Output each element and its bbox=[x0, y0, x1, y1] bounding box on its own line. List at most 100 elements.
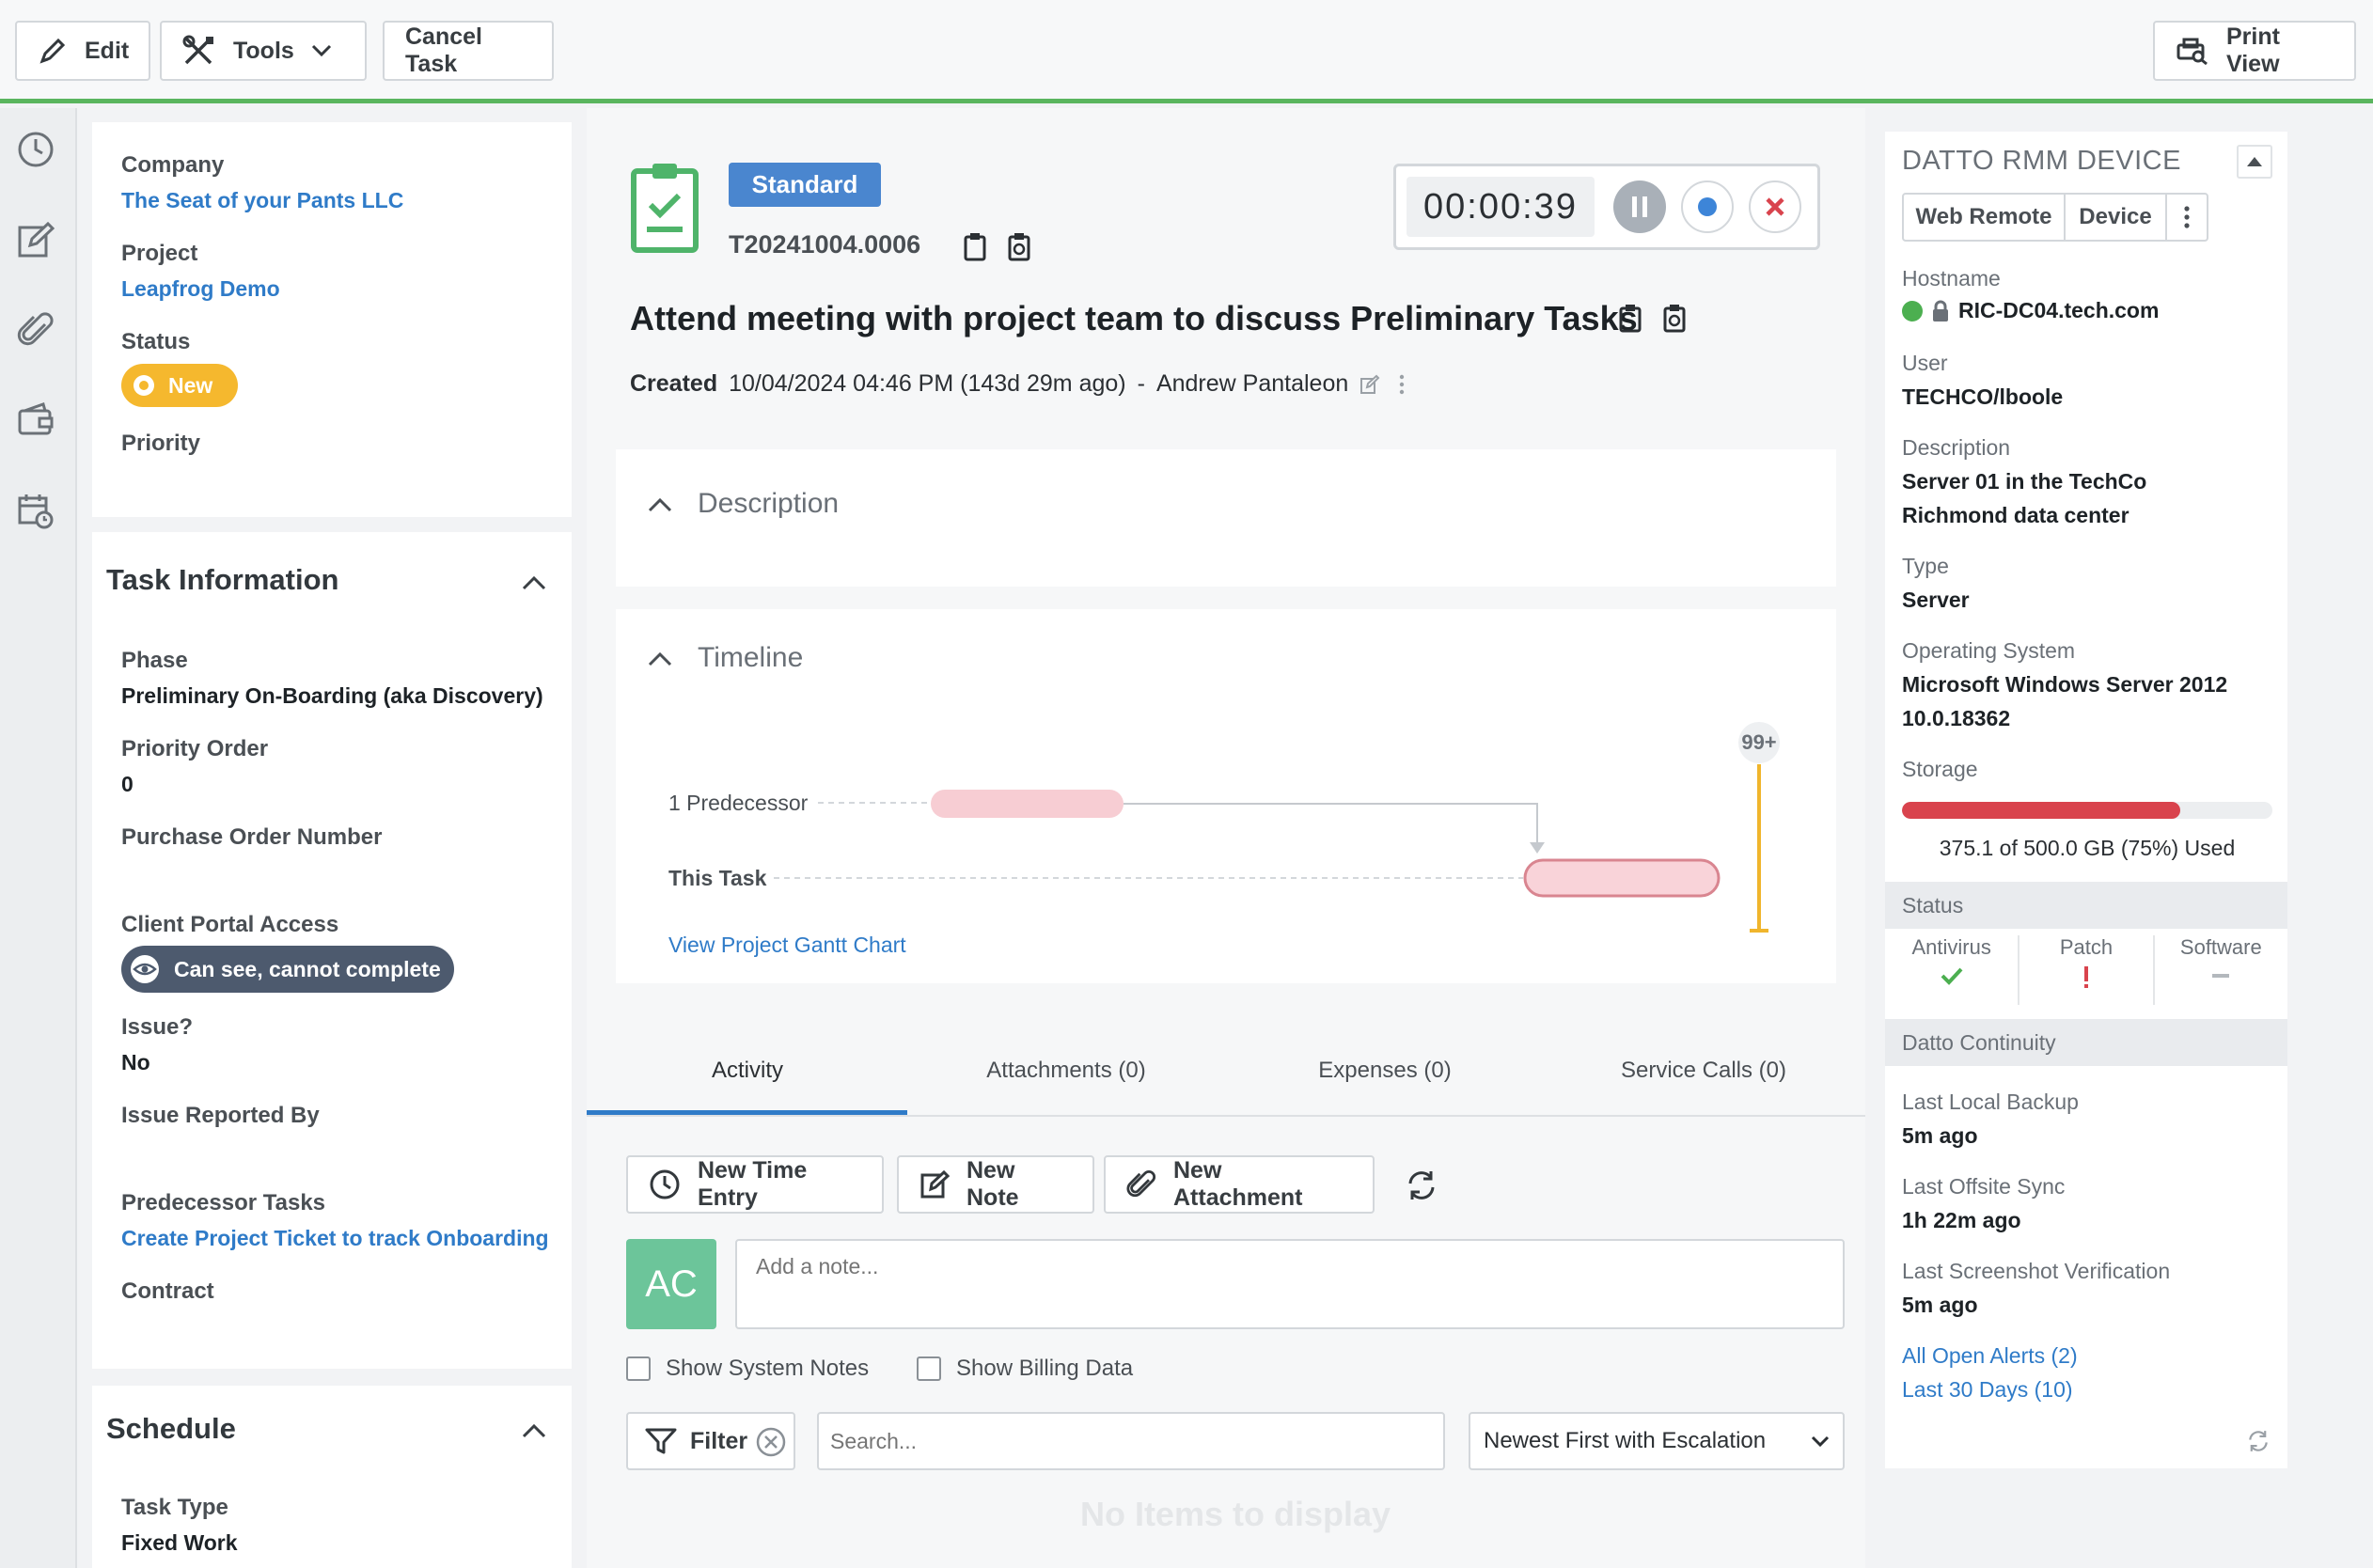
type-value: Server bbox=[1902, 588, 1970, 612]
refresh-icon[interactable] bbox=[1405, 1168, 1438, 1202]
show-system-notes-checkbox[interactable] bbox=[626, 1356, 651, 1381]
new-note-button[interactable]: New Note bbox=[897, 1155, 1094, 1214]
new-note-label: New Note bbox=[966, 1157, 1019, 1211]
hostname-label: Hostname bbox=[1902, 266, 2001, 290]
storage-text: 375.1 of 500.0 GB (75%) Used bbox=[1939, 836, 2236, 860]
last-30-days-link[interactable]: Last 30 Days (10) bbox=[1902, 1377, 2073, 1403]
tools-icon bbox=[182, 35, 216, 67]
calendar-clock-icon[interactable] bbox=[17, 492, 55, 529]
priority-order-label: Priority Order bbox=[121, 736, 269, 761]
filter-icon bbox=[645, 1427, 677, 1455]
this-task-bar bbox=[1523, 858, 1721, 898]
show-billing-data-checkbox[interactable] bbox=[917, 1356, 941, 1381]
all-open-alerts-link[interactable]: All Open Alerts (2) bbox=[1902, 1343, 2078, 1369]
last-screenshot-value: 5m ago bbox=[1902, 1293, 1978, 1317]
predecessor-row-label: 1 Predecessor bbox=[668, 791, 809, 815]
issue-value: No bbox=[121, 1050, 150, 1074]
client-portal-badge[interactable]: Can see, cannot complete bbox=[121, 946, 454, 993]
tabs-divider bbox=[587, 1115, 1865, 1117]
type-label: Type bbox=[1902, 554, 1949, 578]
predecessor-task-link[interactable]: Create Project Ticket to track Onboardin… bbox=[121, 1226, 549, 1251]
more-vertical-icon[interactable] bbox=[1399, 374, 1405, 395]
paperclip-icon[interactable] bbox=[17, 311, 55, 349]
task-information-title: Task Information bbox=[106, 563, 339, 596]
company-link[interactable]: The Seat of your Pants LLC bbox=[121, 188, 403, 213]
new-attachment-button[interactable]: New Attachment bbox=[1104, 1155, 1375, 1214]
tools-dropdown-button[interactable]: Tools bbox=[160, 21, 367, 81]
checkmark-icon bbox=[1940, 965, 1964, 986]
copy-link-icon[interactable] bbox=[1007, 231, 1031, 261]
cancel-task-label: Cancel Task bbox=[405, 24, 482, 77]
note-edit-icon[interactable] bbox=[17, 221, 55, 259]
software-status: Software bbox=[2155, 935, 2287, 1005]
new-time-entry-label: New Time Entry bbox=[698, 1157, 808, 1211]
status-label: Status bbox=[121, 329, 191, 354]
activity-search-input[interactable] bbox=[817, 1412, 1445, 1470]
copy-link-icon[interactable] bbox=[1662, 303, 1687, 333]
clear-filter-icon[interactable] bbox=[755, 1426, 787, 1458]
last-screenshot-label: Last Screenshot Verification bbox=[1902, 1259, 2171, 1283]
more-vertical-icon[interactable] bbox=[2167, 195, 2207, 240]
print-view-label: Print View bbox=[2226, 24, 2280, 77]
status-badge[interactable]: New bbox=[121, 364, 238, 407]
copy-icon[interactable] bbox=[1618, 303, 1642, 333]
gantt-chart-link[interactable]: View Project Gantt Chart bbox=[668, 933, 906, 958]
edit-created-icon[interactable] bbox=[1359, 374, 1380, 395]
tab-attachments[interactable]: Attachments (0) bbox=[907, 1058, 1225, 1084]
close-icon bbox=[1766, 197, 1784, 216]
refresh-icon[interactable] bbox=[2246, 1429, 2271, 1453]
show-system-notes-label: Show System Notes bbox=[666, 1356, 870, 1381]
record-timer-button[interactable] bbox=[1681, 180, 1734, 233]
record-icon bbox=[1698, 197, 1717, 216]
note-edit-icon bbox=[919, 1169, 950, 1200]
project-link[interactable]: Leapfrog Demo bbox=[121, 276, 280, 302]
timeline-count-badge: 99+ bbox=[1741, 730, 1777, 754]
chevron-down-icon bbox=[311, 44, 332, 57]
chevron-up-icon[interactable] bbox=[522, 575, 546, 590]
created-value: 10/04/2024 04:46 PM (143d 29m ago) bbox=[729, 370, 1126, 397]
web-remote-button[interactable]: Web Remote bbox=[1904, 195, 2066, 240]
tab-activity[interactable]: Activity bbox=[589, 1058, 906, 1084]
task-type-value: Fixed Work bbox=[121, 1530, 238, 1555]
task-type-label: Task Type bbox=[121, 1495, 228, 1520]
description-value-line2: Richmond data center bbox=[1902, 503, 2129, 527]
cancel-task-button[interactable]: Cancel Task bbox=[383, 21, 554, 81]
device-button[interactable]: Device bbox=[2066, 195, 2167, 240]
clock-icon[interactable] bbox=[17, 131, 55, 168]
wallet-icon[interactable] bbox=[17, 401, 55, 439]
this-task-row-label: This Task bbox=[668, 866, 767, 890]
show-billing-data-option[interactable]: Show Billing Data bbox=[917, 1356, 1133, 1382]
note-input[interactable] bbox=[735, 1239, 1845, 1329]
os-value-line2: 10.0.18362 bbox=[1902, 706, 2011, 730]
chevron-up-icon[interactable] bbox=[647, 496, 673, 513]
show-system-notes-option[interactable]: Show System Notes bbox=[626, 1356, 869, 1382]
active-tab-indicator bbox=[587, 1110, 907, 1115]
rmm-actions-group: Web Remote Device bbox=[1902, 193, 2208, 242]
left-icon-rail bbox=[0, 108, 77, 1568]
print-preview-icon bbox=[2176, 37, 2209, 65]
contract-label: Contract bbox=[121, 1278, 214, 1304]
edit-button[interactable]: Edit bbox=[15, 21, 150, 81]
last-offsite-sync-value: 1h 22m ago bbox=[1902, 1208, 2021, 1232]
new-time-entry-button[interactable]: New Time Entry bbox=[626, 1155, 884, 1214]
chevron-up-icon[interactable] bbox=[522, 1423, 546, 1438]
stop-timer-button[interactable] bbox=[1749, 180, 1801, 233]
antivirus-label: Antivirus bbox=[1911, 935, 1991, 959]
tab-expenses[interactable]: Expenses (0) bbox=[1226, 1058, 1544, 1084]
description-label: Description bbox=[1902, 435, 2011, 460]
print-view-button[interactable]: Print View bbox=[2153, 21, 2356, 81]
sort-select-value: Newest First with Escalation bbox=[1484, 1428, 1767, 1453]
collapse-panel-button[interactable] bbox=[2237, 145, 2272, 179]
created-line: Created 10/04/2024 04:46 PM (143d 29m ag… bbox=[630, 370, 1405, 398]
pause-timer-button[interactable] bbox=[1613, 180, 1666, 233]
pencil-icon bbox=[38, 36, 68, 66]
show-billing-data-label: Show Billing Data bbox=[956, 1356, 1134, 1381]
sort-select[interactable]: Newest First with Escalation bbox=[1469, 1412, 1845, 1470]
copy-icon[interactable] bbox=[963, 231, 987, 261]
project-label: Project bbox=[121, 241, 198, 266]
status-value: New bbox=[168, 372, 213, 398]
client-portal-label: Client Portal Access bbox=[121, 912, 339, 937]
patch-label: Patch bbox=[2059, 935, 2114, 959]
clock-icon bbox=[649, 1168, 681, 1200]
tab-service-calls[interactable]: Service Calls (0) bbox=[1545, 1058, 1862, 1084]
